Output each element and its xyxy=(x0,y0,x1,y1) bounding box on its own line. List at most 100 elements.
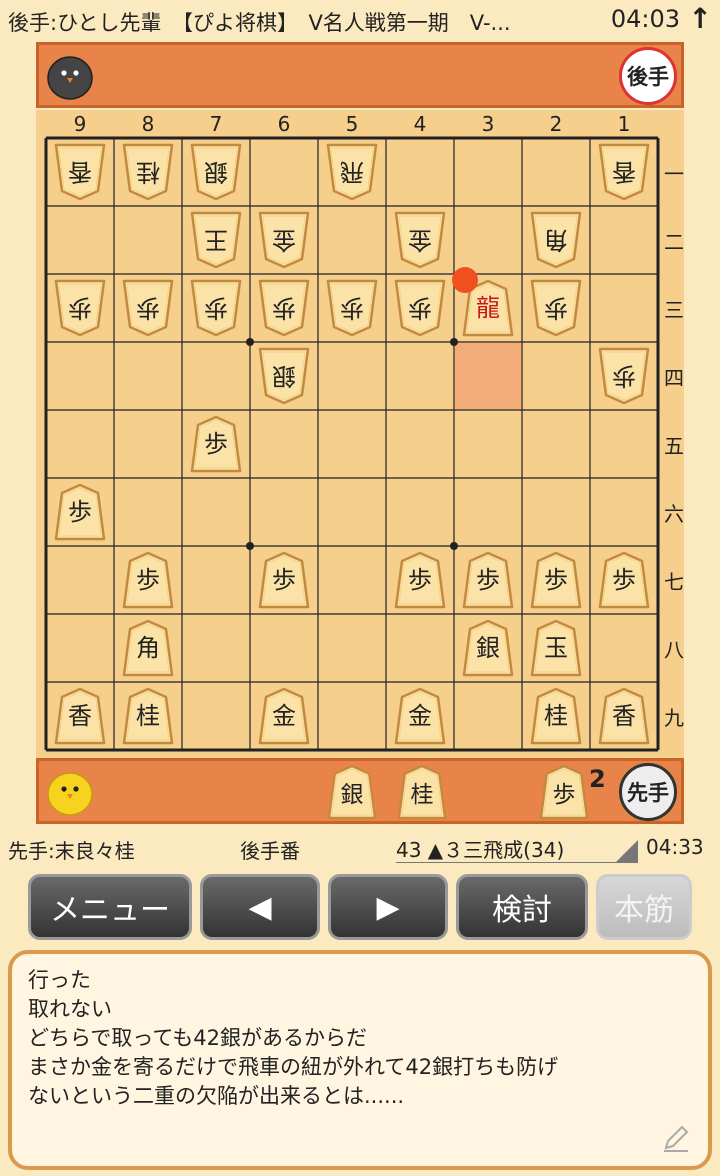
sente-piece[interactable]: 桂 xyxy=(122,687,174,745)
comment-box[interactable]: 行った 取れない どちらで取っても42銀があるからだ まさか金を寄るだけで飛車の… xyxy=(8,950,712,1170)
gote-piece[interactable]: 歩 xyxy=(598,347,650,405)
hand-piece[interactable]: 桂 xyxy=(397,764,447,820)
piece-label: 桂 xyxy=(136,158,160,186)
hand-piece[interactable]: 銀 xyxy=(327,764,377,820)
board-star-dot xyxy=(450,338,458,346)
piece-label: 銀 xyxy=(272,362,296,390)
file-label: 3 xyxy=(481,112,495,136)
menu-button[interactable]: メニュー xyxy=(28,874,192,940)
piece-label: 金 xyxy=(408,702,432,730)
current-move: 43 ▲３三飛成(34) xyxy=(396,838,565,862)
board-star-dot xyxy=(450,542,458,550)
sente-piece[interactable]: 歩 xyxy=(258,551,310,609)
piece-label: 歩 xyxy=(340,294,364,322)
piece-label: 香 xyxy=(68,158,92,186)
sente-piece[interactable]: 歩 xyxy=(54,483,106,541)
piece-label: 銀 xyxy=(204,158,228,186)
sente-piece[interactable]: 香 xyxy=(598,687,650,745)
sente-piece[interactable]: 歩 xyxy=(190,415,242,473)
piece-label: 桂 xyxy=(544,702,568,730)
file-label: 2 xyxy=(549,112,563,136)
gote-piece-stand: 後手 xyxy=(36,42,684,108)
comment-line: 行った xyxy=(28,968,91,992)
pencil-icon[interactable] xyxy=(660,1122,692,1154)
sente-piece[interactable]: 金 xyxy=(258,687,310,745)
sente-piece[interactable]: 歩 xyxy=(598,551,650,609)
sente-piece[interactable]: 歩 xyxy=(530,551,582,609)
gote-piece[interactable]: 歩 xyxy=(54,279,106,337)
piece-label: 歩 xyxy=(544,294,568,322)
piece-label: 玉 xyxy=(544,634,568,662)
piece-label: 歩 xyxy=(612,566,636,594)
piece-label: 金 xyxy=(272,702,296,730)
piece-label: 歩 xyxy=(272,566,296,594)
gote-piece[interactable]: 飛 xyxy=(326,143,378,201)
sente-piece[interactable]: 金 xyxy=(394,687,446,745)
piece-label: 香 xyxy=(612,702,636,730)
piece-label: 香 xyxy=(612,158,636,186)
gote-piece[interactable]: 香 xyxy=(54,143,106,201)
gote-piece[interactable]: 金 xyxy=(258,211,310,269)
piece-label: 王 xyxy=(204,226,228,254)
piece-label: 金 xyxy=(272,226,296,254)
rank-label: 八 xyxy=(664,638,684,662)
sente-piece[interactable]: 歩 xyxy=(462,551,514,609)
gote-piece[interactable]: 銀 xyxy=(190,143,242,201)
hand-count: 2 xyxy=(589,765,606,793)
piece-label: 桂 xyxy=(410,782,434,808)
piece-label: 歩 xyxy=(136,294,160,322)
board-star-dot xyxy=(246,542,254,550)
hand-piece[interactable]: 歩 xyxy=(539,764,589,820)
gote-piece[interactable]: 王 xyxy=(190,211,242,269)
file-label: 9 xyxy=(73,112,87,136)
piece-label: 歩 xyxy=(408,566,432,594)
sente-clock: 04:33 xyxy=(646,835,704,859)
sente-piece[interactable]: 桂 xyxy=(530,687,582,745)
rank-label: 五 xyxy=(664,434,684,458)
dropdown-corner-icon xyxy=(616,840,638,862)
gote-piece[interactable]: 歩 xyxy=(258,279,310,337)
analyze-button[interactable]: 検討 xyxy=(456,874,588,940)
up-arrow-icon[interactable]: ↑ xyxy=(689,2,712,35)
piece-label: 歩 xyxy=(204,430,228,458)
shogi-board[interactable]: 9 8 7 6 5 4 3 2 1 一二三四五六七八九 香 桂 銀 飛 香 王 金 金 角 歩 歩… xyxy=(36,110,684,758)
sente-piece[interactable]: 角 xyxy=(122,619,174,677)
piece-label: 歩 xyxy=(204,294,228,322)
sente-piece[interactable]: 歩 xyxy=(122,551,174,609)
sente-piece[interactable]: 歩 xyxy=(394,551,446,609)
gote-piece[interactable]: 歩 xyxy=(394,279,446,337)
gote-piece[interactable]: 歩 xyxy=(190,279,242,337)
prev-move-button[interactable]: ◀ xyxy=(200,874,320,940)
gote-piece[interactable]: 金 xyxy=(394,211,446,269)
piece-label: 歩 xyxy=(136,566,160,594)
file-label: 8 xyxy=(141,112,155,136)
sente-player-name: 先手:末良々桂 xyxy=(8,839,135,863)
gote-piece[interactable]: 桂 xyxy=(122,143,174,201)
gote-piece[interactable]: 歩 xyxy=(530,279,582,337)
gote-piece[interactable]: 銀 xyxy=(258,347,310,405)
gote-piece[interactable]: 香 xyxy=(598,143,650,201)
piece-label: 歩 xyxy=(476,566,500,594)
gote-piece[interactable]: 歩 xyxy=(326,279,378,337)
rank-label: 七 xyxy=(664,570,684,594)
info-bar: 先手:末良々桂 後手番 43 ▲３三飛成(34) 04:33 xyxy=(0,828,720,868)
gote-piece[interactable]: 角 xyxy=(530,211,582,269)
next-move-button[interactable]: ▶ xyxy=(328,874,448,940)
mainline-button[interactable]: 本筋 xyxy=(596,874,692,940)
piece-label: 歩 xyxy=(68,294,92,322)
sente-piece[interactable]: 玉 xyxy=(530,619,582,677)
move-selector[interactable]: 43 ▲３三飛成(34) xyxy=(396,834,638,863)
title-bar: 後手:ひとし先輩 【ぴよ将棋】 V名人戦第一期 V-... 04:03 ↑ xyxy=(0,0,720,40)
sente-piece[interactable]: 銀 xyxy=(462,619,514,677)
piece-label: 歩 xyxy=(612,362,636,390)
sente-piece[interactable]: 香 xyxy=(54,687,106,745)
gote-piece[interactable]: 歩 xyxy=(122,279,174,337)
yellow-chick-icon xyxy=(47,772,93,816)
gote-badge: 後手 xyxy=(619,47,677,105)
piece-label: 角 xyxy=(544,226,568,254)
last-move-highlight xyxy=(455,343,521,409)
piece-label: 歩 xyxy=(552,782,576,808)
piece-label: 金 xyxy=(408,226,432,254)
rank-label: 四 xyxy=(664,366,684,390)
file-label: 4 xyxy=(413,112,427,136)
